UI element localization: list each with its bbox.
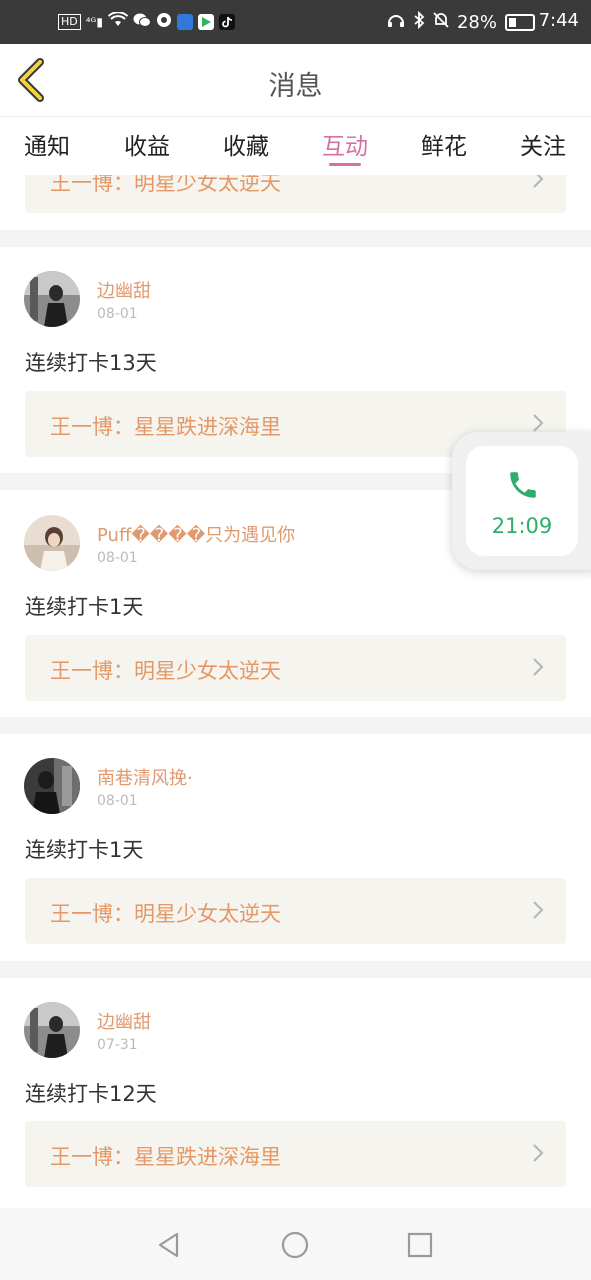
separator bbox=[0, 230, 591, 247]
battery-percent: 28% bbox=[456, 12, 497, 33]
wechat-icon bbox=[133, 12, 152, 33]
tab-interactions[interactable]: 互动 bbox=[322, 127, 368, 161]
wifi-icon bbox=[107, 10, 129, 33]
username[interactable]: 南巷清风挽· bbox=[97, 764, 193, 790]
chevron-right-icon bbox=[533, 414, 544, 432]
post-date: 07-31 bbox=[97, 1037, 138, 1053]
phone-icon bbox=[510, 472, 536, 498]
sync-icon bbox=[156, 12, 172, 33]
tab-following[interactable]: 关注 bbox=[520, 127, 566, 161]
bluetooth-icon bbox=[413, 10, 425, 34]
link-card-title: 王一博：星星跌进深海里 bbox=[50, 415, 281, 439]
avatar[interactable] bbox=[24, 758, 80, 814]
chevron-right-icon bbox=[533, 175, 544, 188]
status-bar: HD ⁴ᴳ▮ 28% 7:44 bbox=[0, 0, 591, 44]
post-date: 08-01 bbox=[97, 550, 138, 566]
post-text: 连续打卡1天 bbox=[25, 838, 144, 862]
avatar[interactable] bbox=[24, 515, 80, 571]
tab-flowers[interactable]: 鲜花 bbox=[421, 127, 467, 161]
status-right-icons: 28% bbox=[387, 10, 535, 34]
username[interactable]: 边幽甜 bbox=[97, 277, 151, 303]
tab-favorites[interactable]: 收藏 bbox=[223, 127, 269, 161]
home-circle-icon[interactable] bbox=[280, 1230, 310, 1260]
link-card[interactable]: 王一博：明星少女太逆天 bbox=[25, 878, 566, 944]
link-card-title: 王一博：明星少女太逆天 bbox=[50, 175, 281, 195]
avatar[interactable] bbox=[24, 1002, 80, 1058]
link-card-title: 王一博：星星跌进深海里 bbox=[50, 1145, 281, 1169]
post-text: 连续打卡12天 bbox=[25, 1082, 157, 1106]
post-date: 08-01 bbox=[97, 306, 138, 322]
system-nav-bar bbox=[0, 1208, 591, 1280]
chevron-right-icon bbox=[533, 1144, 544, 1162]
username[interactable]: Puff����只为遇见你 bbox=[97, 521, 295, 547]
call-duration: 21:09 bbox=[491, 514, 553, 538]
headphones-icon bbox=[387, 12, 405, 33]
link-card-title: 王一博：明星少女太逆天 bbox=[50, 902, 281, 926]
chevron-right-icon bbox=[533, 901, 544, 919]
play-app-icon bbox=[198, 14, 215, 30]
post-date: 08-01 bbox=[97, 793, 138, 809]
floating-call-widget[interactable]: 21:09 bbox=[452, 432, 591, 570]
tiktok-icon bbox=[219, 14, 236, 30]
shield-app-icon bbox=[177, 14, 194, 30]
separator bbox=[0, 961, 591, 978]
link-card[interactable]: 王一博：明星少女太逆天 bbox=[25, 635, 566, 701]
link-card[interactable]: 王一博：明星少女太逆天 bbox=[25, 175, 566, 213]
interaction-feed[interactable]: 王一博：明星少女太逆天 边幽甜 08-01 连续打卡13天 王一博：星星跌进深海… bbox=[0, 175, 591, 1208]
status-left-icons: HD ⁴ᴳ▮ bbox=[58, 10, 236, 33]
header: 消息 bbox=[0, 44, 591, 117]
avatar[interactable] bbox=[24, 271, 80, 327]
hd-icon: HD bbox=[58, 14, 81, 30]
recents-square-icon[interactable] bbox=[405, 1230, 435, 1260]
tab-earnings[interactable]: 收益 bbox=[124, 127, 170, 161]
page-title: 消息 bbox=[268, 71, 323, 102]
battery-icon bbox=[505, 14, 535, 31]
link-card-title: 王一博：明星少女太逆天 bbox=[50, 659, 281, 683]
signal-4g-icon: ⁴ᴳ▮ bbox=[85, 15, 104, 29]
link-card[interactable]: 王一博：星星跌进深海里 bbox=[25, 1121, 566, 1187]
tab-notifications[interactable]: 通知 bbox=[24, 127, 70, 161]
active-tab-indicator bbox=[329, 163, 361, 166]
back-triangle-icon[interactable] bbox=[154, 1230, 184, 1260]
separator bbox=[0, 717, 591, 734]
post-text: 连续打卡13天 bbox=[25, 351, 157, 375]
chevron-right-icon bbox=[533, 658, 544, 676]
mute-bell-icon bbox=[433, 11, 449, 34]
tab-bar: 通知 收益 收藏 互动 鲜花 关注 bbox=[0, 117, 591, 175]
username[interactable]: 边幽甜 bbox=[97, 1008, 151, 1034]
status-time: 7:44 bbox=[538, 10, 579, 31]
call-widget-inner: 21:09 bbox=[466, 446, 578, 556]
post-text: 连续打卡1天 bbox=[25, 595, 144, 619]
